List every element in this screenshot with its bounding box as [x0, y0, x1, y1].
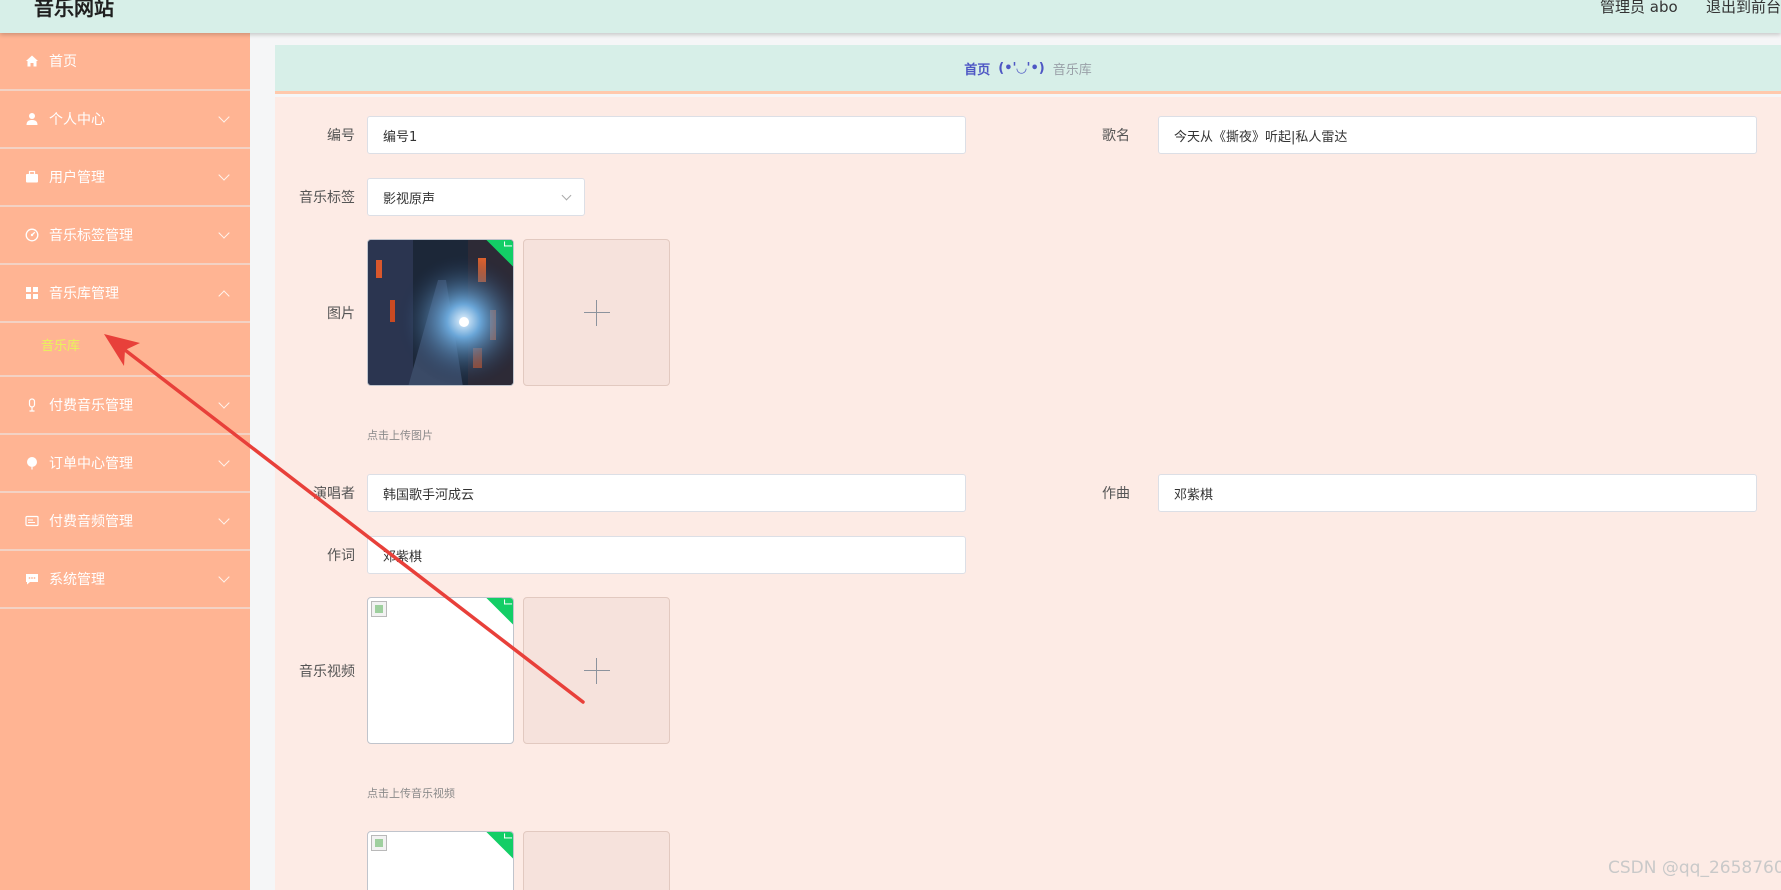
sidebar-item-paid-audio-management[interactable]: 付费音频管理	[0, 493, 250, 551]
sidebar-item-personal-center[interactable]: 个人中心	[0, 91, 250, 149]
current-user: 管理员 abo	[1600, 0, 1678, 16]
sidebar-item-label: 音乐标签管理	[49, 228, 133, 244]
upload-success-check-icon	[483, 598, 513, 627]
main-content: 首页 (•'◡'•) 音乐库 编号 编号1 歌名 今天从《撕夜》听起|私人雷达 …	[250, 33, 1781, 890]
lyricist-label: 作词	[327, 548, 355, 564]
dashboard-icon	[24, 227, 40, 243]
sidebar-item-order-center-management[interactable]: 订单中心管理	[0, 435, 250, 493]
card-icon	[24, 513, 40, 529]
watermark: CSDN @qq_2658760863	[1608, 858, 1781, 878]
submenu-music-library: 音乐库	[0, 323, 250, 377]
image-label: 图片	[327, 306, 355, 322]
sidebar-item-home[interactable]: 首页	[0, 33, 250, 91]
broken-image-icon	[371, 835, 387, 851]
id-label: 编号	[327, 128, 355, 144]
music-tag-selected-value: 影视原声	[383, 191, 436, 207]
sidebar-item-label: 付费音乐管理	[49, 398, 133, 414]
sidebar-subitem-music-library[interactable]: 音乐库	[41, 335, 80, 354]
top-header: 音乐网站 管理员 abo 退出到前台	[0, 0, 1781, 33]
microphone-icon	[24, 397, 40, 413]
plus-icon	[583, 299, 610, 326]
id-input[interactable]: 编号1	[367, 116, 966, 154]
home-icon	[24, 53, 40, 69]
sidebar-item-label: 订单中心管理	[49, 456, 133, 472]
breadcrumb-separator: (•'◡'•)	[998, 60, 1045, 76]
uploaded-file-thumbnail[interactable]	[367, 831, 514, 890]
sidebar-item-music-tag-management[interactable]: 音乐标签管理	[0, 207, 250, 265]
singer-label: 演唱者	[313, 486, 355, 502]
balloon-icon	[24, 455, 40, 471]
song-name-label: 歌名	[1102, 128, 1130, 144]
song-name-input[interactable]: 今天从《撕夜》听起|私人雷达	[1158, 116, 1757, 154]
upload-success-check-icon	[483, 832, 513, 861]
chevron-down-icon	[218, 455, 230, 467]
broken-image-icon	[371, 601, 387, 617]
video-upload-button[interactable]	[523, 597, 670, 744]
breadcrumb-current: 音乐库	[1052, 62, 1092, 78]
sidebar-item-paid-music-management[interactable]: 付费音乐管理	[0, 377, 250, 435]
sidebar-item-label: 个人中心	[49, 112, 105, 128]
chat-icon	[24, 571, 40, 587]
chevron-down-icon	[561, 190, 572, 201]
lyricist-input[interactable]: 邓紫棋	[367, 536, 966, 574]
city-night-image	[368, 240, 513, 385]
singer-input[interactable]: 韩国歌手河成云	[367, 474, 966, 512]
sidebar-item-music-library-management[interactable]: 音乐库管理	[0, 265, 250, 323]
chevron-down-icon	[218, 111, 230, 123]
chevron-down-icon	[218, 571, 230, 583]
file-upload-button[interactable]	[523, 831, 670, 890]
chevron-down-icon	[218, 513, 230, 525]
breadcrumb-home[interactable]: 首页	[964, 59, 990, 78]
music-tag-select[interactable]: 影视原声	[367, 178, 585, 216]
chevron-up-icon	[218, 290, 230, 302]
logout-link[interactable]: 退出到前台	[1706, 0, 1781, 17]
image-upload-button[interactable]	[523, 239, 670, 386]
uploaded-image-thumbnail[interactable]	[367, 239, 514, 386]
plus-icon	[583, 657, 610, 684]
breadcrumb: 首页 (•'◡'•) 音乐库	[275, 45, 1781, 94]
image-upload-hint: 点击上传图片	[367, 429, 433, 442]
composer-input[interactable]: 邓紫棋	[1158, 474, 1757, 512]
sidebar-item-label: 用户管理	[49, 170, 105, 186]
music-video-label: 音乐视频	[299, 664, 355, 680]
sidebar-item-system-management[interactable]: 系统管理	[0, 551, 250, 609]
sidebar-item-label: 音乐库管理	[49, 286, 119, 302]
sidebar-item-label: 首页	[49, 54, 77, 70]
uploaded-video-thumbnail[interactable]	[367, 597, 514, 744]
chevron-down-icon	[218, 227, 230, 239]
site-brand: 音乐网站	[34, 0, 114, 20]
sidebar-item-label: 系统管理	[49, 572, 105, 588]
user-icon	[24, 111, 40, 127]
sidebar-item-label: 付费音频管理	[49, 514, 133, 530]
composer-label: 作曲	[1102, 486, 1130, 502]
chevron-down-icon	[218, 397, 230, 409]
sidebar: 首页 个人中心 用户管理 音乐标签管理 音乐库管理 音乐库 付费音乐管理 订单中…	[0, 33, 250, 890]
music-library-form: 编号 编号1 歌名 今天从《撕夜》听起|私人雷达 音乐标签 影视原声 图片 点击…	[275, 97, 1781, 890]
video-upload-hint: 点击上传音乐视频	[367, 787, 455, 800]
sidebar-item-user-management[interactable]: 用户管理	[0, 149, 250, 207]
chevron-down-icon	[218, 169, 230, 181]
grid-icon	[24, 285, 40, 301]
music-tag-label: 音乐标签	[299, 190, 355, 206]
briefcase-icon	[24, 169, 40, 185]
